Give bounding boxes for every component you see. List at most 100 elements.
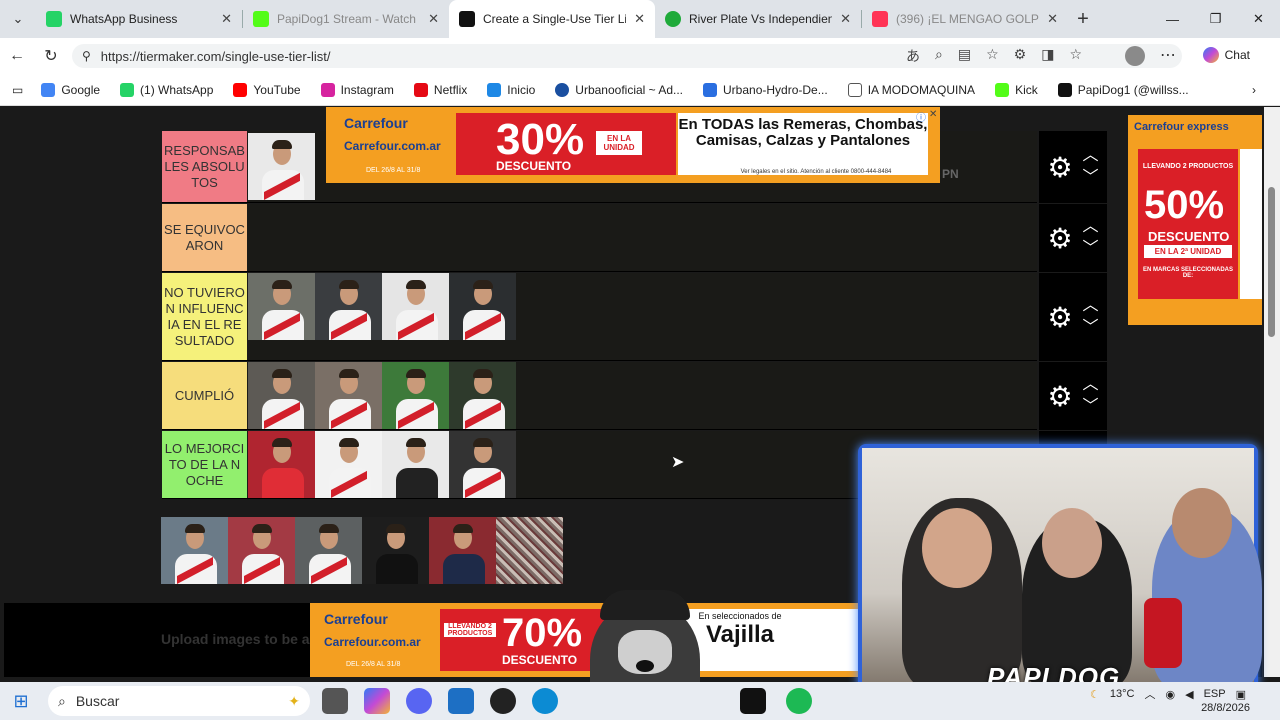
president-image[interactable] bbox=[429, 517, 496, 584]
edge-icon[interactable] bbox=[532, 688, 558, 714]
carrefour-top-ad[interactable]: Carrefour Carrefour.com.ar DEL 26/8 AL 3… bbox=[326, 107, 940, 183]
notifications-icon[interactable]: ▣ bbox=[1236, 688, 1246, 701]
player-image[interactable] bbox=[295, 517, 362, 584]
move-down-icon[interactable]: ﹀ bbox=[1083, 396, 1099, 418]
coach-image[interactable] bbox=[362, 517, 429, 584]
scrollbar-thumb[interactable] bbox=[1268, 187, 1275, 337]
tray-overflow-icon[interactable]: ︿ bbox=[1145, 686, 1156, 702]
tab-list-dropdown-icon[interactable]: ⌄ bbox=[0, 0, 36, 38]
copilot-sparkle-icon[interactable]: ✦ bbox=[288, 693, 300, 710]
move-down-icon[interactable]: ﹀ bbox=[1083, 238, 1099, 260]
favorites-icon[interactable]: ☆ bbox=[1069, 46, 1082, 66]
close-window-icon[interactable]: ✕ bbox=[1237, 0, 1280, 38]
move-up-icon[interactable]: ︿ bbox=[1083, 295, 1099, 317]
clock-date[interactable]: 28/8/2026 bbox=[1201, 702, 1250, 714]
tier-label[interactable]: SE EQUIVOCARON bbox=[162, 204, 247, 271]
move-down-icon[interactable]: ﹀ bbox=[1083, 167, 1099, 189]
move-down-icon[interactable]: ﹀ bbox=[1083, 317, 1099, 339]
player-image[interactable] bbox=[248, 431, 315, 498]
sidebar-icon[interactable]: ◨ bbox=[1041, 46, 1054, 66]
site-info-icon[interactable]: ⚲ bbox=[82, 49, 91, 63]
task-view-icon[interactable] bbox=[322, 688, 348, 714]
close-tab-icon[interactable]: ✕ bbox=[428, 11, 439, 27]
new-tab-button[interactable]: + bbox=[1068, 8, 1098, 31]
move-up-icon[interactable]: ︿ bbox=[1083, 374, 1099, 396]
close-tab-icon[interactable]: ✕ bbox=[634, 11, 645, 27]
tiktok-icon[interactable] bbox=[740, 688, 766, 714]
unsorted-image-pool[interactable] bbox=[161, 517, 563, 584]
bookmark-kick[interactable]: Kick bbox=[985, 82, 1048, 97]
settings-gear-icon[interactable]: ⚙ bbox=[1047, 151, 1072, 184]
more-menu-icon[interactable]: ⋯ bbox=[1160, 45, 1176, 65]
player-image[interactable] bbox=[315, 431, 382, 498]
player-image[interactable] bbox=[228, 517, 295, 584]
close-tab-icon[interactable]: ✕ bbox=[1047, 11, 1058, 27]
player-image[interactable] bbox=[315, 273, 382, 340]
bookmark-instagram[interactable]: Instagram bbox=[311, 82, 404, 97]
tab-river-plate[interactable]: River Plate Vs Independiente S ✕ bbox=[655, 0, 861, 38]
tier-label[interactable]: NO TUVIERON INFLUENCIA EN EL RESULTADO bbox=[162, 273, 247, 360]
bookmarks-overflow-icon[interactable]: › bbox=[1242, 83, 1280, 97]
player-image[interactable] bbox=[248, 133, 315, 200]
tier-label[interactable]: RESPONSABLES ABSOLUTOS bbox=[162, 131, 247, 202]
player-image[interactable] bbox=[248, 362, 315, 429]
ad-info-icon[interactable]: ⓘ bbox=[916, 109, 926, 124]
restore-icon[interactable]: ❐ bbox=[1194, 0, 1237, 38]
carrefour-side-ad[interactable]: Carrefour express LLEVANDO 2 PRODUCTOS 5… bbox=[1128, 115, 1262, 325]
tier-label[interactable]: CUMPLIÓ bbox=[162, 362, 247, 429]
bookmark-inicio[interactable]: Inicio bbox=[477, 82, 545, 97]
bookmark-whatsapp[interactable]: (1) WhatsApp bbox=[110, 82, 223, 97]
translate-icon[interactable]: あ bbox=[906, 46, 920, 66]
copilot-icon[interactable] bbox=[364, 688, 390, 714]
settings-gear-icon[interactable]: ⚙ bbox=[1047, 380, 1072, 413]
bookmark-papidog-tiktok[interactable]: PapiDog1 (@willss... bbox=[1048, 82, 1199, 97]
player-image[interactable] bbox=[382, 273, 449, 340]
page-scrollbar[interactable] bbox=[1264, 107, 1280, 677]
tab-tier-list[interactable]: Create a Single-Use Tier List (P ✕ bbox=[449, 0, 655, 38]
bookmark-google[interactable]: Google bbox=[31, 82, 110, 97]
player-image[interactable] bbox=[248, 273, 315, 340]
minimize-icon[interactable]: — bbox=[1151, 0, 1194, 38]
player-image[interactable] bbox=[382, 431, 449, 498]
discord-icon[interactable] bbox=[406, 688, 432, 714]
spotify-icon[interactable] bbox=[786, 688, 812, 714]
crowd-image[interactable] bbox=[496, 517, 563, 584]
close-tab-icon[interactable]: ✕ bbox=[840, 11, 851, 27]
reload-icon[interactable]: ↻ bbox=[34, 46, 68, 66]
tab-whatsapp-business[interactable]: WhatsApp Business ✕ bbox=[36, 0, 242, 38]
ad-close-icon[interactable]: ✕ bbox=[929, 109, 937, 120]
profile-avatar[interactable] bbox=[1125, 46, 1145, 66]
favorite-star-icon[interactable]: ☆ bbox=[986, 46, 999, 66]
bookmark-urbanooficial[interactable]: Urbanooficial ~ Ad... bbox=[545, 82, 693, 97]
player-image[interactable] bbox=[382, 362, 449, 429]
player-image[interactable] bbox=[161, 517, 228, 584]
obs-icon[interactable] bbox=[490, 688, 516, 714]
tier-items[interactable] bbox=[247, 362, 1037, 429]
move-up-icon[interactable]: ︿ bbox=[1083, 145, 1099, 167]
settings-gear-icon[interactable]: ⚙ bbox=[1047, 301, 1072, 334]
reader-icon[interactable]: ▤ bbox=[958, 46, 971, 66]
tier-items[interactable] bbox=[247, 204, 1037, 271]
language-indicator[interactable]: ESP bbox=[1204, 688, 1226, 700]
copilot-chat-button[interactable]: Chat bbox=[1202, 47, 1250, 63]
player-image[interactable] bbox=[315, 362, 382, 429]
player-image[interactable] bbox=[449, 431, 516, 498]
zoom-icon[interactable]: ⌕ bbox=[935, 46, 943, 66]
move-up-icon[interactable]: ︿ bbox=[1083, 216, 1099, 238]
calculator-icon[interactable] bbox=[448, 688, 474, 714]
temperature[interactable]: 13°C bbox=[1110, 688, 1135, 700]
player-image[interactable] bbox=[449, 273, 516, 340]
tab-papidog-stream[interactable]: PapiDog1 Stream - Watch Live ✕ bbox=[243, 0, 449, 38]
url-text[interactable]: https://tiermaker.com/single-use-tier-li… bbox=[101, 49, 331, 64]
tier-label[interactable]: LO MEJORCITO DE LA NOCHE bbox=[162, 431, 247, 498]
tier-items[interactable] bbox=[247, 273, 1037, 360]
extensions-icon[interactable]: ⚙ bbox=[1014, 46, 1027, 66]
bookmark-youtube[interactable]: YouTube bbox=[223, 82, 310, 97]
settings-gear-icon[interactable]: ⚙ bbox=[1047, 222, 1072, 255]
wifi-icon[interactable]: ◉ bbox=[1166, 688, 1176, 701]
apps-icon[interactable]: ▭ bbox=[0, 83, 31, 97]
bookmark-urbano-hydro[interactable]: Urbano-Hydro-De... bbox=[693, 82, 838, 97]
volume-icon[interactable]: ◀ bbox=[1185, 688, 1193, 701]
close-tab-icon[interactable]: ✕ bbox=[221, 11, 232, 27]
player-image[interactable] bbox=[449, 362, 516, 429]
